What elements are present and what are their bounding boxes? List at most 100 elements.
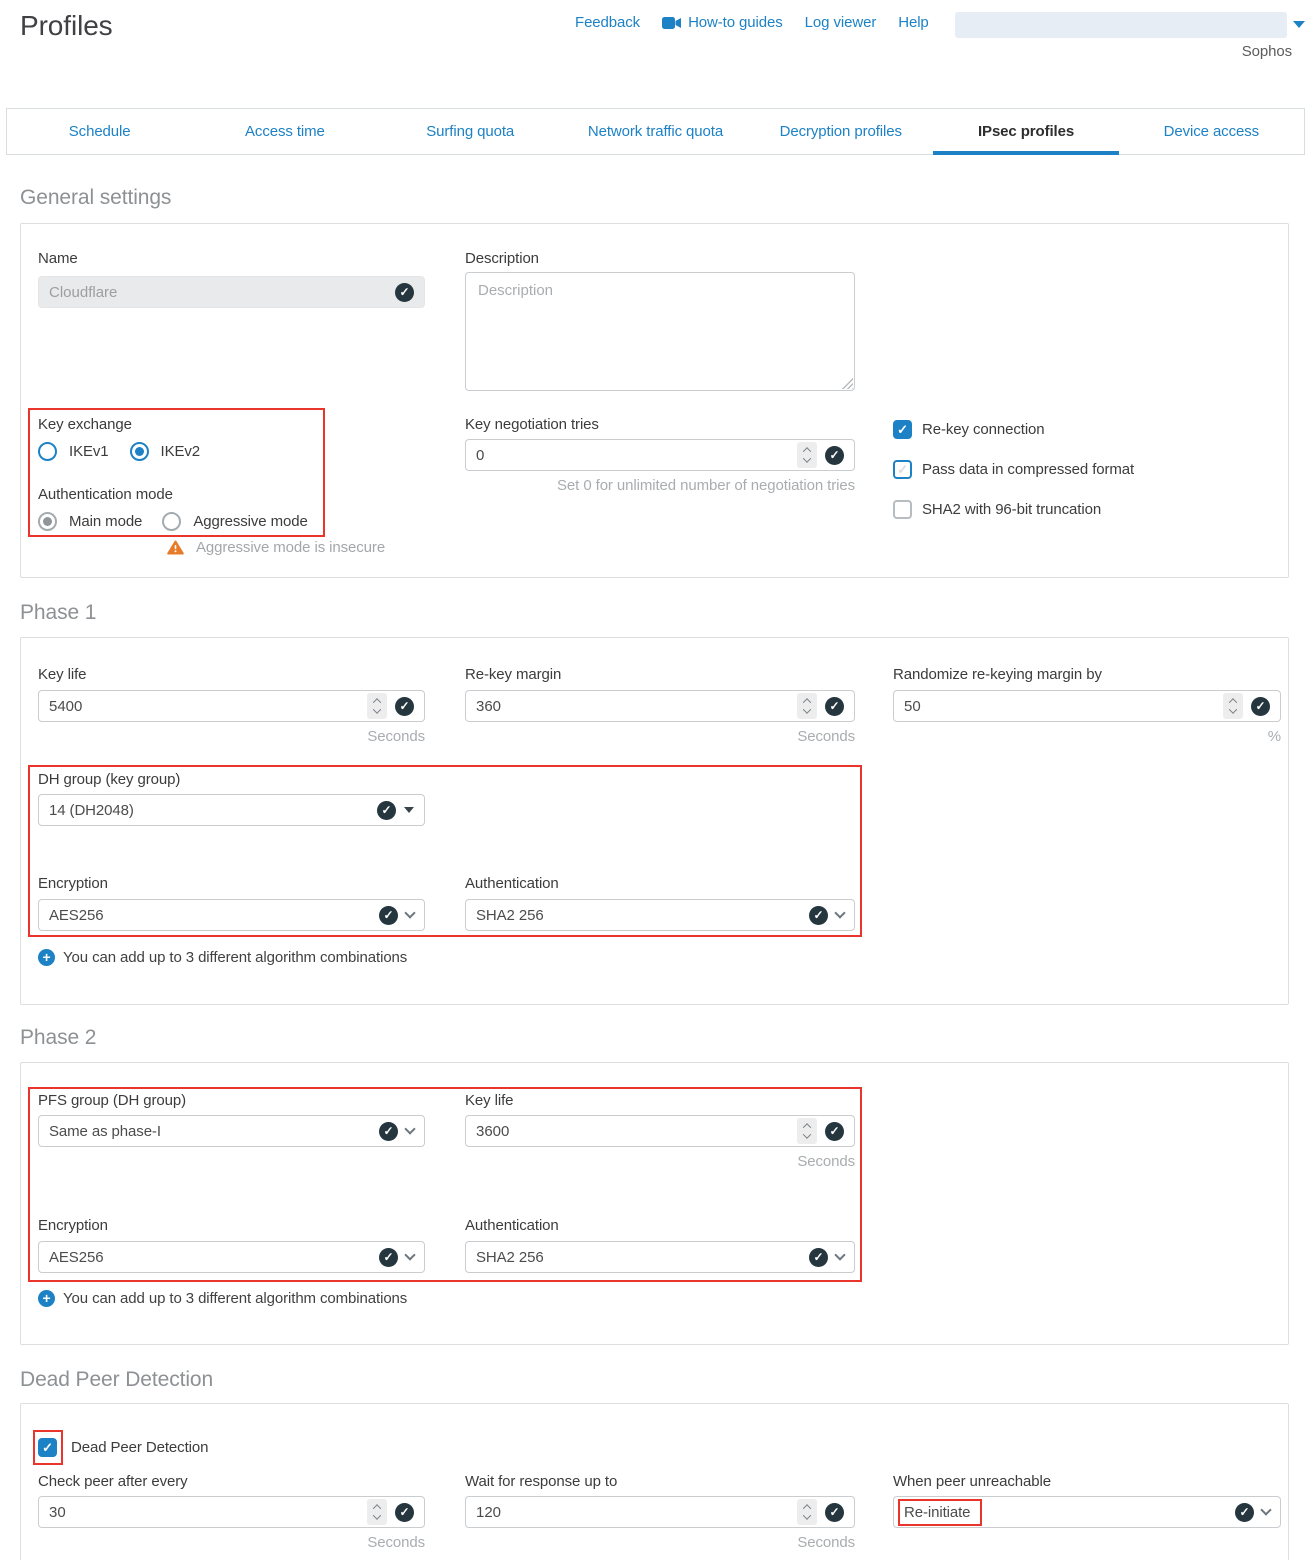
phase2-key-life-label: Key life	[465, 1092, 513, 1109]
peer-unreachable-label: When peer unreachable	[893, 1473, 1051, 1490]
check-peer-field: ✓	[38, 1496, 425, 1528]
stepper-icon[interactable]	[367, 693, 387, 719]
stepper-icon[interactable]	[797, 1499, 817, 1525]
auth-mode-label: Authentication mode	[38, 486, 173, 503]
phase1-authentication-value: SHA2 256	[476, 907, 801, 924]
dh-group-select[interactable]: 14 (DH2048) ✓	[38, 794, 425, 826]
general-settings-heading: General settings	[20, 186, 171, 210]
check-peer-input[interactable]	[49, 1504, 359, 1521]
valid-check-icon: ✓	[379, 1248, 398, 1267]
rekey-connection-label[interactable]: Re-key connection	[922, 421, 1045, 438]
tab-schedule[interactable]: Schedule	[7, 109, 192, 154]
chevron-down-icon	[834, 907, 845, 918]
radio-ikev2-label[interactable]: IKEv2	[161, 443, 201, 460]
phase2-key-life-unit: Seconds	[465, 1153, 855, 1170]
phase1-encryption-value: AES256	[49, 907, 371, 924]
rekey-connection-checkbox[interactable]: ✓	[893, 420, 912, 439]
tab-access-time[interactable]: Access time	[192, 109, 377, 154]
phase1-encryption-select[interactable]: AES256 ✓	[38, 899, 425, 931]
valid-check-icon: ✓	[395, 697, 414, 716]
radio-ikev2[interactable]	[130, 442, 149, 461]
name-label: Name	[38, 250, 78, 267]
phase1-authentication-label: Authentication	[465, 875, 559, 892]
wait-response-unit: Seconds	[465, 1534, 855, 1551]
description-input[interactable]	[465, 272, 855, 391]
randomize-unit: %	[893, 728, 1281, 745]
phase1-key-life-label: Key life	[38, 666, 86, 683]
description-label: Description	[465, 250, 539, 267]
randomize-input[interactable]	[904, 698, 1215, 715]
key-exchange-label: Key exchange	[38, 416, 132, 433]
valid-check-icon: ✓	[825, 446, 844, 465]
key-negotiation-field: ✓	[465, 439, 855, 471]
dpd-enable-checkbox[interactable]: ✓	[38, 1438, 57, 1457]
stepper-icon[interactable]	[797, 442, 817, 468]
key-negotiation-label: Key negotiation tries	[465, 416, 599, 433]
phase2-authentication-select[interactable]: SHA2 256 ✓	[465, 1241, 855, 1273]
peer-unreachable-value: Re-initiate	[904, 1504, 1227, 1521]
phase2-encryption-select[interactable]: AES256 ✓	[38, 1241, 425, 1273]
chevron-down-icon	[1260, 1504, 1271, 1515]
compressed-format-checkbox[interactable]: ✓	[893, 460, 912, 479]
compressed-format-label[interactable]: Pass data in compressed format	[922, 461, 1134, 478]
feedback-link[interactable]: Feedback	[575, 14, 640, 31]
dh-group-value: 14 (DH2048)	[49, 802, 369, 819]
valid-check-icon: ✓	[825, 697, 844, 716]
phase2-heading: Phase 2	[20, 1026, 96, 1050]
dh-group-label: DH group (key group)	[38, 771, 180, 788]
valid-check-icon: ✓	[825, 1122, 844, 1141]
valid-check-icon: ✓	[395, 1503, 414, 1522]
dpd-enable-label[interactable]: Dead Peer Detection	[71, 1439, 208, 1456]
dpd-heading: Dead Peer Detection	[20, 1368, 213, 1392]
stepper-icon[interactable]	[1223, 693, 1243, 719]
sha2-truncation-label[interactable]: SHA2 with 96-bit truncation	[922, 501, 1101, 518]
account-menu[interactable]	[955, 12, 1287, 38]
key-negotiation-input[interactable]	[476, 447, 789, 464]
dropdown-caret-icon	[404, 807, 414, 813]
valid-check-icon: ✓	[379, 1122, 398, 1141]
phase1-authentication-select[interactable]: SHA2 256 ✓	[465, 899, 855, 931]
add-combination-icon[interactable]: +	[38, 949, 55, 966]
pfs-group-value: Same as phase-I	[49, 1123, 371, 1140]
name-input	[49, 284, 387, 301]
radio-main-mode[interactable]	[38, 512, 57, 531]
radio-ikev1[interactable]	[38, 442, 57, 461]
valid-check-icon: ✓	[809, 1248, 828, 1267]
radio-main-mode-label[interactable]: Main mode	[69, 513, 142, 530]
radio-ikev1-label[interactable]: IKEv1	[69, 443, 109, 460]
peer-unreachable-select[interactable]: Re-initiate ✓	[893, 1496, 1281, 1528]
tab-device-access[interactable]: Device access	[1119, 109, 1304, 154]
tab-surfing-quota[interactable]: Surfing quota	[378, 109, 563, 154]
phase2-authentication-label: Authentication	[465, 1217, 559, 1234]
radio-aggressive-mode-label[interactable]: Aggressive mode	[193, 513, 307, 530]
valid-check-icon: ✓	[377, 801, 396, 820]
name-field: ✓	[38, 276, 425, 308]
wait-response-label: Wait for response up to	[465, 1473, 617, 1490]
valid-check-icon: ✓	[395, 283, 414, 302]
rekey-margin-input[interactable]	[476, 698, 789, 715]
pfs-group-select[interactable]: Same as phase-I ✓	[38, 1115, 425, 1147]
page-title: Profiles	[20, 10, 113, 42]
sha2-truncation-checkbox[interactable]	[893, 500, 912, 519]
add-combination-icon[interactable]: +	[38, 1290, 55, 1307]
log-viewer-link[interactable]: Log viewer	[805, 14, 877, 31]
account-caret-icon[interactable]	[1293, 21, 1305, 28]
tab-bar: Schedule Access time Surfing quota Netwo…	[6, 108, 1305, 155]
wait-response-input[interactable]	[476, 1504, 789, 1521]
stepper-icon[interactable]	[367, 1499, 387, 1525]
phase2-key-life-input[interactable]	[476, 1123, 789, 1140]
rekey-margin-label: Re-key margin	[465, 666, 561, 683]
randomize-label: Randomize re-keying margin by	[893, 666, 1102, 683]
aggressive-mode-warning: Aggressive mode is insecure	[196, 539, 385, 556]
tab-decryption-profiles[interactable]: Decryption profiles	[748, 109, 933, 154]
tab-ipsec-profiles[interactable]: IPsec profiles	[933, 109, 1118, 154]
help-link[interactable]: Help	[898, 14, 928, 31]
phase1-key-life-input[interactable]	[49, 698, 359, 715]
tab-network-traffic-quota[interactable]: Network traffic quota	[563, 109, 748, 154]
howto-guides-link[interactable]: How-to guides	[662, 14, 783, 31]
radio-aggressive-mode[interactable]	[162, 512, 181, 531]
pfs-group-label: PFS group (DH group)	[38, 1092, 186, 1109]
stepper-icon[interactable]	[797, 693, 817, 719]
video-camera-icon	[662, 17, 681, 29]
stepper-icon[interactable]	[797, 1118, 817, 1144]
